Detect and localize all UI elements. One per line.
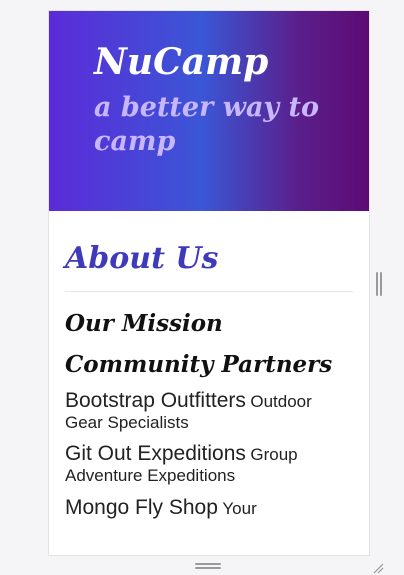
brand-tagline: a better way to camp: [94, 91, 320, 158]
bottom-resize-bar: [195, 567, 221, 569]
partner-name: Mongo Fly Shop: [65, 495, 218, 519]
partners-heading: Community Partners: [65, 350, 333, 378]
section-divider: [65, 291, 353, 292]
side-resize-handle-icon[interactable]: [376, 272, 382, 296]
bottom-resize-bar: [195, 563, 221, 565]
viewport-frame: NuCamp a better way to camp About Us Our…: [48, 10, 370, 556]
partner-description: Your: [222, 498, 257, 518]
hero-banner: NuCamp a better way to camp: [49, 11, 369, 211]
partner-name: Bootstrap Outfitters: [65, 388, 246, 412]
partner-item: Git Out Expeditions Group Adventure Expe…: [65, 441, 353, 487]
brand-title: NuCamp: [94, 41, 269, 83]
about-title: About Us: [65, 241, 219, 276]
bottom-resize-handle-icon[interactable]: [195, 563, 221, 569]
mission-heading: Our Mission: [65, 310, 223, 337]
about-content: About Us Our Mission Community Partners …: [49, 211, 369, 520]
partner-item: Mongo Fly Shop Your: [65, 495, 353, 520]
side-resize-bar: [380, 272, 382, 296]
partner-name: Git Out Expeditions: [65, 442, 246, 466]
partner-item: Bootstrap Outfitters Outdoor Gear Specia…: [65, 388, 353, 434]
corner-resize-grip-icon[interactable]: [370, 560, 384, 574]
side-resize-bar: [376, 272, 378, 296]
